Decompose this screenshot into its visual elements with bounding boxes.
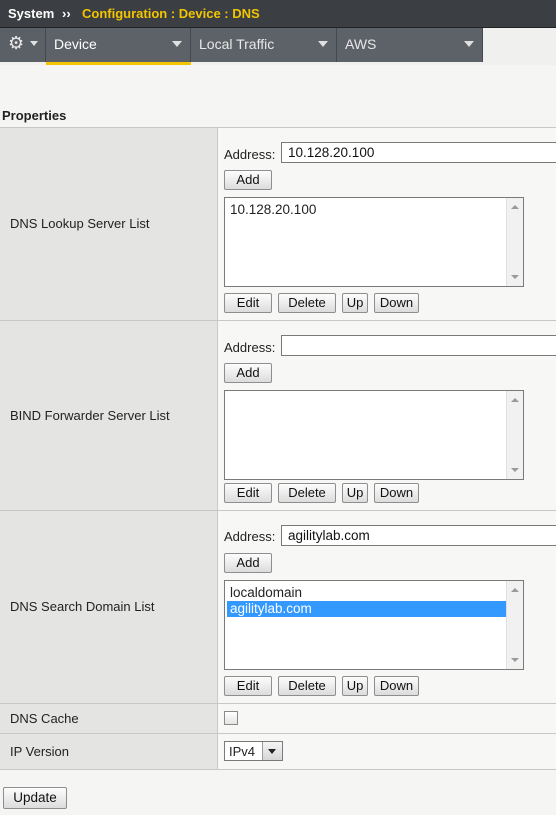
title-bar: System ›› Configuration : Device : DNS [0,0,556,28]
tab-label: Device [54,36,97,52]
row-label-cell: DNS Cache [0,704,218,733]
scrollbar[interactable] [506,198,523,286]
dns-search-domain-label: DNS Search Domain List [10,599,155,614]
bind-forwarder-edit-button[interactable]: Edit [224,483,272,503]
chevron-down-icon [30,41,38,46]
scrollbar[interactable] [506,391,523,479]
dns-lookup-up-button[interactable]: Up [342,293,368,313]
dns-cache-label: DNS Cache [10,711,79,726]
row-dns-search-domain: DNS Search Domain List Address: agilityl… [0,511,556,704]
breadcrumb-current: Configuration : Device : DNS [82,6,260,21]
row-ip-version: IP Version IPv4 [0,734,556,770]
dns-lookup-delete-button[interactable]: Delete [278,293,336,313]
search-domain-listbox[interactable]: localdomain agilitylab.com [224,580,524,670]
tab-label: Local Traffic [199,36,275,52]
address-label: Address: [224,147,276,162]
tab-settings-menu[interactable]: ⚙ [0,28,46,62]
row-dns-cache: DNS Cache [0,704,556,734]
row-label-cell: DNS Lookup Server List [0,128,218,320]
scroll-up-icon[interactable] [511,588,519,592]
scroll-down-icon[interactable] [511,468,519,472]
scroll-up-icon[interactable] [511,205,519,209]
dns-lookup-edit-button[interactable]: Edit [224,293,272,313]
bind-forwarder-delete-button[interactable]: Delete [278,483,336,503]
breadcrumb-separator: ›› [62,6,71,21]
bind-forwarder-up-button[interactable]: Up [342,483,368,503]
gear-icon: ⚙ [8,33,25,53]
row-value-cell [218,704,556,733]
search-domain-down-button[interactable]: Down [374,676,419,696]
scrollbar[interactable] [506,581,523,669]
tab-aws[interactable]: AWS [337,28,483,62]
dns-lookup-listbox[interactable]: 10.128.20.100 [224,197,524,287]
address-label: Address: [224,340,276,355]
search-domain-address-input[interactable]: agilitylab.com [281,525,556,546]
chevron-down-icon [268,749,276,754]
row-value-cell: Address: 10.128.20.100 Add 10.128.20.100… [218,128,556,320]
row-value-cell: IPv4 [218,734,556,769]
list-item[interactable]: 10.128.20.100 [227,202,522,218]
list-item-selected[interactable]: agilitylab.com [227,601,522,617]
tab-bar: ⚙ Device Local Traffic AWS [0,28,556,65]
search-domain-up-button[interactable]: Up [342,676,368,696]
row-bind-forwarder: BIND Forwarder Server List Address: Add … [0,321,556,511]
search-domain-add-button[interactable]: Add [224,553,272,573]
scroll-down-icon[interactable] [511,275,519,279]
dns-lookup-add-button[interactable]: Add [224,170,272,190]
bind-forwarder-address-input[interactable] [281,335,556,356]
tab-bar-filler [483,28,556,62]
row-label-cell: DNS Search Domain List [0,511,218,703]
chevron-down-icon [318,41,328,47]
search-domain-delete-button[interactable]: Delete [278,676,336,696]
row-dns-lookup: DNS Lookup Server List Address: 10.128.2… [0,128,556,321]
ip-version-label: IP Version [10,744,70,759]
list-item[interactable]: localdomain [227,585,522,601]
scroll-up-icon[interactable] [511,398,519,402]
bind-forwarder-listbox[interactable] [224,390,524,480]
row-value-cell: Address: agilitylab.com Add localdomain … [218,511,556,703]
ip-version-select[interactable]: IPv4 [224,741,283,761]
select-arrow[interactable] [262,742,282,760]
section-title: Properties [2,108,67,123]
row-label-cell: IP Version [0,734,218,769]
search-domain-edit-button[interactable]: Edit [224,676,272,696]
address-label: Address: [224,529,276,544]
active-tab-indicator [46,62,191,65]
tab-label: AWS [345,36,377,52]
tab-device[interactable]: Device [46,28,191,65]
tab-local-traffic[interactable]: Local Traffic [191,28,337,62]
dns-cache-checkbox[interactable] [224,711,238,725]
dns-lookup-address-input[interactable]: 10.128.20.100 [281,142,556,163]
row-value-cell: Address: Add Edit Delete Up Down [218,321,556,510]
select-value: IPv4 [229,744,256,759]
update-button[interactable]: Update [3,787,67,809]
breadcrumb-system[interactable]: System [8,6,54,21]
dns-lookup-down-button[interactable]: Down [374,293,419,313]
row-label-cell: BIND Forwarder Server List [0,321,218,510]
chevron-down-icon [172,41,182,47]
scroll-down-icon[interactable] [511,658,519,662]
bind-forwarder-add-button[interactable]: Add [224,363,272,383]
chevron-down-icon [464,41,474,47]
properties-table: DNS Lookup Server List Address: 10.128.2… [0,127,556,770]
bind-forwarder-label: BIND Forwarder Server List [10,408,170,423]
bind-forwarder-down-button[interactable]: Down [374,483,419,503]
dns-lookup-label: DNS Lookup Server List [10,216,150,231]
